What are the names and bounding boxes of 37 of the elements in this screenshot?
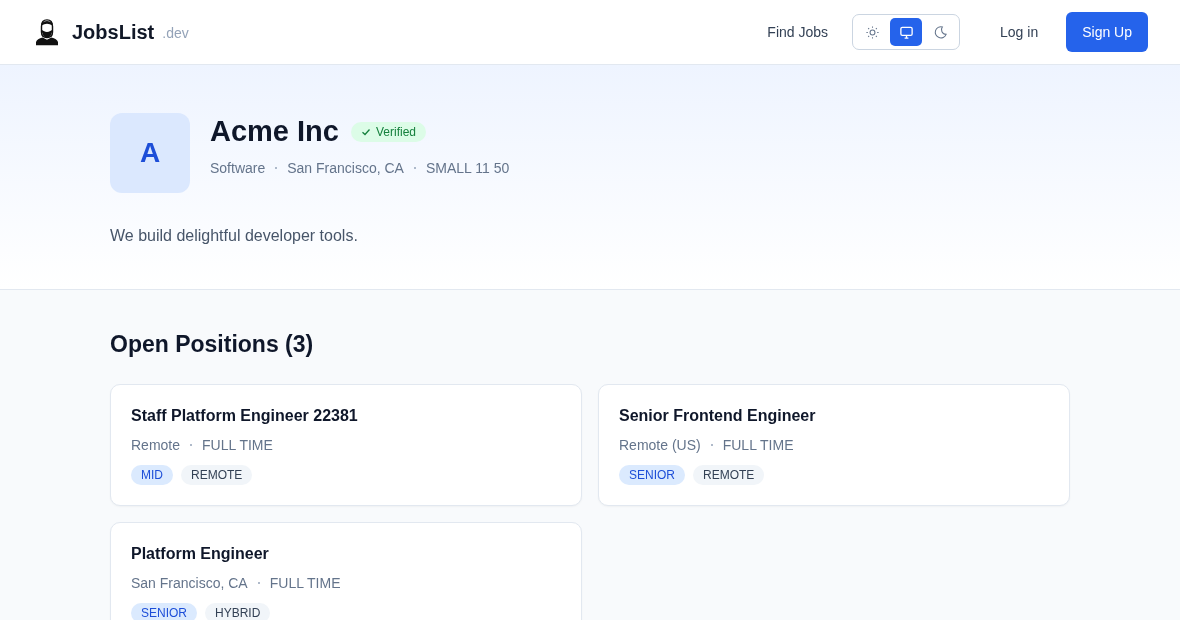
company-meta: Software <box>210 160 266 176</box>
job-title[interactable]: Senior Frontend Engineer <box>619 407 1049 425</box>
signup-button[interactable]: Sign Up <box>1066 12 1148 52</box>
brand-name[interactable]: JobsList <box>72 20 155 44</box>
job-meta: Remote <box>131 437 181 453</box>
job-title[interactable]: Platform Engineer <box>131 545 561 563</box>
company-name: Acme Inc <box>210 115 339 148</box>
verified-label: Verified <box>375 124 416 139</box>
job-meta: FULL TIME <box>202 437 273 453</box>
moon-icon <box>932 24 948 40</box>
job-tag: SENIOR <box>619 465 685 485</box>
job-tag: HYBRID <box>205 603 271 620</box>
job-tag: REMOTE <box>181 465 253 485</box>
company-meta: San Francisco, CA <box>287 160 404 176</box>
job-meta: FULL TIME <box>722 437 794 453</box>
nav-link[interactable]: Find Jobs <box>767 24 829 40</box>
theme-button[interactable] <box>890 18 923 46</box>
job-card[interactable]: Staff Platform Engineer 22381 Remote FULL TIME MID REMOTE <box>110 384 582 506</box>
brand-suffix: .dev <box>162 25 189 41</box>
section-title: Open Positions (3) <box>110 331 315 358</box>
sun-icon <box>864 24 880 40</box>
job-card[interactable]: Senior Frontend Engineer Remote (US) FULL TIME SENIOR REMOTE <box>598 384 1070 506</box>
job-card[interactable]: Platform Engineer San Francisco, CA FULL TIME SENIOR HYBRID <box>110 522 582 620</box>
job-title[interactable]: Staff Platform Engineer 22381 <box>131 407 561 425</box>
job-meta: FULL TIME <box>269 575 341 591</box>
job-tag: SENIOR <box>131 603 197 620</box>
check-icon <box>360 126 371 137</box>
company-meta: SMALL 11 50 <box>425 160 510 176</box>
company-avatar: A <box>110 113 190 193</box>
job-tag: REMOTE <box>693 465 765 485</box>
login-link[interactable]: Log in <box>1000 24 1039 40</box>
monitor-icon <box>898 24 914 40</box>
bearded-man-icon <box>36 18 58 46</box>
job-meta: San Francisco, CA <box>131 575 248 591</box>
job-tag: MID <box>131 465 173 485</box>
job-meta: Remote (US) <box>619 437 701 453</box>
company-description: We build delightful developer tools. <box>110 227 359 245</box>
